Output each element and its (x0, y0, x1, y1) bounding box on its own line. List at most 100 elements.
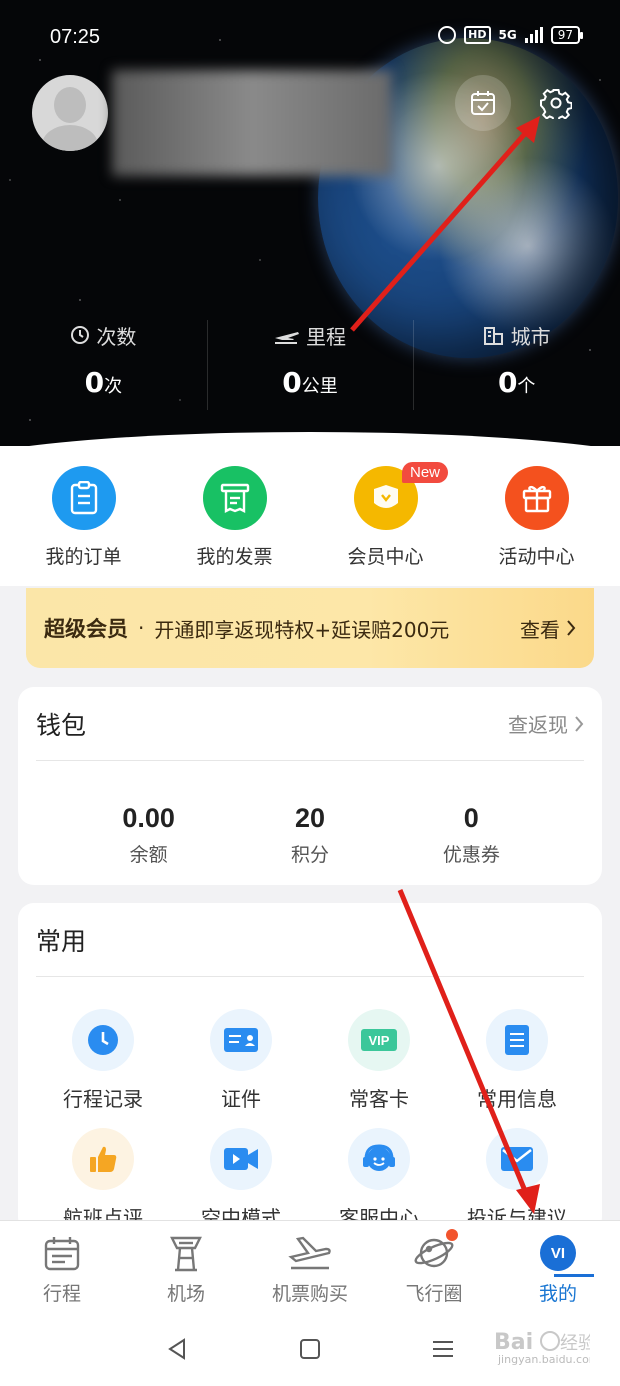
notification-dot (446, 1229, 458, 1241)
common-item-vip-card[interactable]: VIP 常客卡 (310, 1009, 448, 1112)
quick-item-label: 我的订单 (45, 546, 122, 568)
airport-tower-icon (164, 1233, 208, 1273)
document-list-icon (486, 1009, 548, 1071)
tab-label: 行程 (42, 1283, 81, 1305)
status-time: 07:25 (50, 26, 101, 48)
wallet-value: 0 (463, 803, 479, 833)
alarm-icon (438, 26, 457, 44)
tab-airport[interactable]: 机场 (124, 1221, 248, 1312)
common-item-air-mode[interactable]: 空中模式 (172, 1128, 310, 1231)
cashback-link[interactable]: 查返现 (508, 709, 584, 738)
common-item-info[interactable]: 常用信息 (448, 1009, 586, 1112)
status-icons: HD 5G 97 (438, 26, 584, 44)
wallet-label: 余额 (129, 844, 168, 866)
quick-item-label: 会员中心 (347, 546, 424, 568)
signal-bars-icon (524, 27, 543, 43)
hd-indicator: HD (464, 26, 491, 44)
common-item-history[interactable]: 行程记录 (34, 1009, 172, 1112)
id-card-icon (210, 1009, 272, 1071)
stat-label: 次数 (96, 324, 137, 349)
stat-mileage[interactable]: 里程 0公里 (206, 318, 414, 410)
banner-view-link[interactable]: 查看 (520, 614, 576, 643)
common-grid: 行程记录 证件 VIP 常客卡 常用信息 航班点评 空中模式 客服中心 投诉与建… (18, 977, 602, 1231)
common-item-label: 行程记录 (63, 1087, 143, 1111)
planet-icon (412, 1229, 458, 1273)
stat-cities[interactable]: 城市 0个 (413, 318, 620, 410)
tab-label: 飞行圈 (405, 1283, 463, 1305)
common-item-id[interactable]: 证件 (172, 1009, 310, 1112)
wallet-value: 0.00 (122, 803, 175, 833)
quick-item-orders[interactable]: 我的订单 (8, 446, 159, 586)
tab-label: 机票购买 (271, 1283, 348, 1305)
banner-separator: · (138, 616, 145, 640)
common-item-complaint[interactable]: 投诉与建议 (448, 1128, 586, 1231)
chevron-right-icon (567, 620, 576, 636)
gear-icon (540, 88, 572, 119)
stat-label: 里程 (306, 324, 346, 349)
wallet-balance[interactable]: 0.00 余额 (68, 803, 229, 867)
building-icon (483, 327, 503, 345)
common-item-service[interactable]: 客服中心 (310, 1128, 448, 1231)
me-badge: VI (540, 1235, 576, 1271)
blurred-username (112, 70, 392, 176)
wallet-value: 20 (294, 803, 326, 833)
wallet-coupons[interactable]: 0 优惠券 (391, 803, 552, 867)
quick-item-label: 活动中心 (498, 546, 575, 568)
quick-item-member[interactable]: New 会员中心 (310, 446, 461, 586)
calendar-check-icon (471, 91, 495, 115)
wallet-label: 优惠券 (442, 844, 500, 866)
history-clock-icon (72, 1009, 134, 1071)
wallet-title: 钱包 (36, 710, 87, 740)
quick-item-activities[interactable]: 活动中心 (461, 446, 612, 586)
travel-stats: 次数 0次 里程 0公里 城市 0个 (0, 318, 620, 410)
quick-item-invoices[interactable]: 我的发票 (159, 446, 310, 586)
plane-ticket-icon (288, 1233, 332, 1273)
banner-description: 开通即享返现特权+延误赔200元 (154, 617, 450, 642)
tab-itinerary[interactable]: 行程 (0, 1221, 124, 1312)
svg-text:VIP: VIP (369, 1033, 390, 1048)
banner-title: 超级会员 (44, 617, 128, 641)
active-tab-underline (554, 1274, 594, 1277)
stat-trips[interactable]: 次数 0次 (0, 318, 207, 399)
svg-text:jingyan.baidu.com: jingyan.baidu.com (497, 1353, 590, 1366)
bottom-tab-bar: 行程 机场 机票购买 飞行圈 VI 我的 (0, 1220, 620, 1312)
calendar-button[interactable] (455, 75, 511, 131)
quick-actions: 我的订单 我的发票 New 会员中心 活动中心 (0, 446, 620, 586)
stat-value: 0 (497, 366, 518, 399)
common-title: 常用 (36, 926, 87, 956)
back-icon[interactable] (165, 1337, 189, 1361)
tab-me[interactable]: VI 我的 (496, 1221, 620, 1312)
profile-header: 07:25 HD 5G 97 次数 0次 里程 0公里 城市 0个 (0, 0, 620, 470)
common-item-label: 证件 (221, 1087, 261, 1111)
home-icon[interactable] (299, 1338, 321, 1360)
chevron-right-icon (575, 715, 584, 732)
wallet-label: 积分 (290, 844, 329, 866)
banner-link-label: 查看 (520, 617, 560, 642)
new-badge: New (402, 462, 449, 483)
me-avatar-icon: VI (536, 1233, 594, 1277)
super-member-banner[interactable]: 超级会员 · 开通即享返现特权+延误赔200元 查看 (26, 588, 594, 668)
stat-unit: 次 (104, 376, 123, 397)
common-item-review[interactable]: 航班点评 (34, 1128, 172, 1231)
tab-label: 机场 (166, 1283, 205, 1305)
common-card: 常用 行程记录 证件 VIP 常客卡 常用信息 航班点评 空中模式 客服中心 投… (18, 903, 602, 1233)
stat-value: 0 (282, 366, 302, 399)
headset-icon (348, 1128, 410, 1190)
quick-item-label: 我的发票 (196, 546, 273, 568)
plane-icon (275, 332, 299, 344)
stat-value: 0 (84, 366, 105, 399)
tab-buy-tickets[interactable]: 机票购买 (248, 1221, 372, 1312)
settings-button[interactable] (528, 75, 584, 131)
tab-flight-circle[interactable]: 飞行圈 (372, 1221, 496, 1312)
svg-text:经验: 经验 (560, 1333, 590, 1354)
battery-indicator: 97 (550, 26, 584, 44)
tab-label: 我的 (538, 1283, 577, 1305)
common-item-label: 常用信息 (477, 1087, 557, 1111)
stat-unit: 个 (517, 376, 536, 397)
recents-icon[interactable] (431, 1338, 455, 1360)
user-avatar[interactable] (32, 75, 108, 151)
wallet-card: 钱包 查返现 0.00 余额 20 积分 0 优惠券 (18, 687, 602, 885)
wallet-points[interactable]: 20 积分 (229, 803, 390, 867)
stat-unit: 公里 (301, 376, 338, 397)
stat-label: 城市 (510, 324, 551, 349)
